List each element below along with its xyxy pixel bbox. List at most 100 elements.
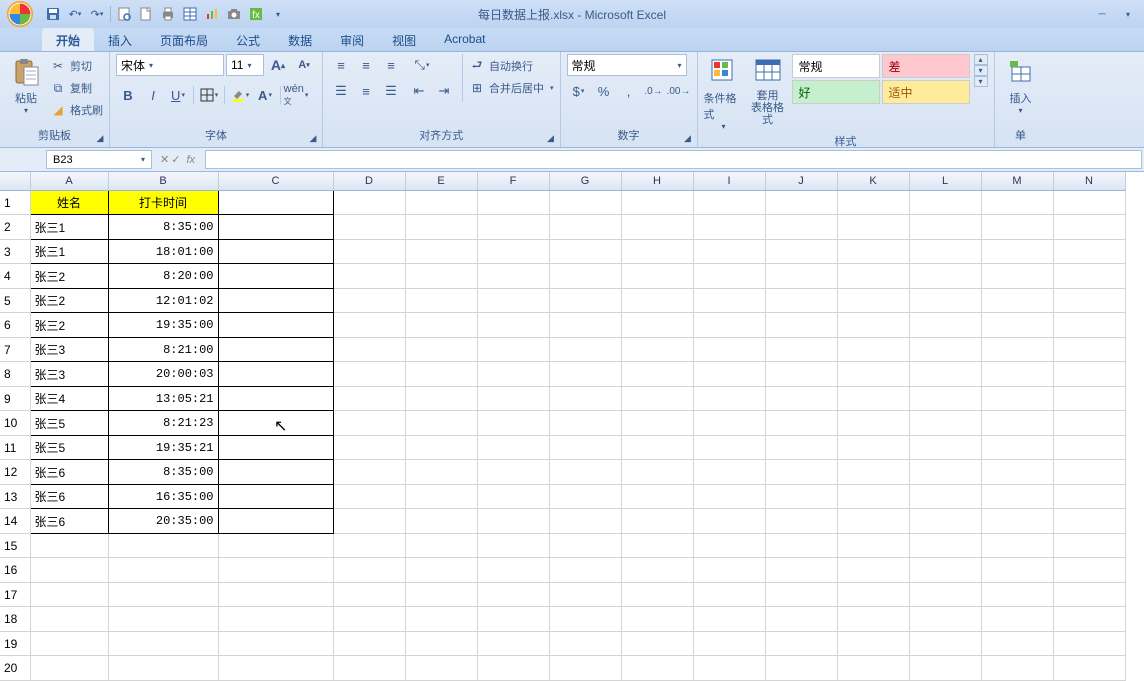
cell-D6[interactable] xyxy=(333,313,405,338)
cell-I10[interactable] xyxy=(693,411,765,436)
align-top-button[interactable]: ≡ xyxy=(329,54,353,76)
row-header-5[interactable]: 5 xyxy=(0,288,30,313)
cell-I7[interactable] xyxy=(693,337,765,362)
cell-D3[interactable] xyxy=(333,239,405,264)
cell-E1[interactable] xyxy=(405,190,477,215)
cell-J10[interactable] xyxy=(765,411,837,436)
cell-K4[interactable] xyxy=(837,264,909,289)
cell-I18[interactable] xyxy=(693,607,765,632)
cell-I4[interactable] xyxy=(693,264,765,289)
style-scroll-up-icon[interactable]: ▴ xyxy=(974,54,988,65)
cell-G3[interactable] xyxy=(549,239,621,264)
cell-A15[interactable] xyxy=(30,533,108,558)
office-button[interactable] xyxy=(0,0,40,28)
cell-M8[interactable] xyxy=(981,362,1053,387)
cell-I2[interactable] xyxy=(693,215,765,240)
cell-J17[interactable] xyxy=(765,582,837,607)
cell-B20[interactable] xyxy=(108,656,218,681)
cell-C14[interactable] xyxy=(218,509,333,534)
col-header-I[interactable]: I xyxy=(693,172,765,190)
cell-J7[interactable] xyxy=(765,337,837,362)
cell-I13[interactable] xyxy=(693,484,765,509)
cell-H4[interactable] xyxy=(621,264,693,289)
cell-C12[interactable] xyxy=(218,460,333,485)
cell-B13[interactable]: 16:35:00 xyxy=(108,484,218,509)
cell-H16[interactable] xyxy=(621,558,693,583)
tab-data[interactable]: 数据 xyxy=(274,28,326,51)
col-header-C[interactable]: C xyxy=(218,172,333,190)
cell-D2[interactable] xyxy=(333,215,405,240)
col-header-E[interactable]: E xyxy=(405,172,477,190)
format-painter-button[interactable]: ◢格式刷 xyxy=(50,100,103,120)
cut-button[interactable]: ✂剪切 xyxy=(50,56,103,76)
style-neutral[interactable]: 适中 xyxy=(882,80,970,104)
italic-button[interactable]: I xyxy=(141,84,165,106)
cell-N17[interactable] xyxy=(1053,582,1125,607)
cell-F1[interactable] xyxy=(477,190,549,215)
cell-H10[interactable] xyxy=(621,411,693,436)
cell-B19[interactable] xyxy=(108,631,218,656)
row-header-17[interactable]: 17 xyxy=(0,582,30,607)
cell-I16[interactable] xyxy=(693,558,765,583)
cell-D5[interactable] xyxy=(333,288,405,313)
cell-K16[interactable] xyxy=(837,558,909,583)
cell-K14[interactable] xyxy=(837,509,909,534)
clipboard-launcher-icon[interactable]: ◢ xyxy=(95,133,105,143)
cell-E10[interactable] xyxy=(405,411,477,436)
style-good[interactable]: 好 xyxy=(792,80,880,104)
align-bottom-button[interactable]: ≡ xyxy=(379,54,403,76)
phonetic-button[interactable]: wén文▾ xyxy=(284,84,308,106)
cell-F9[interactable] xyxy=(477,386,549,411)
cell-E13[interactable] xyxy=(405,484,477,509)
cell-K11[interactable] xyxy=(837,435,909,460)
cell-J14[interactable] xyxy=(765,509,837,534)
cell-A2[interactable]: 张三1 xyxy=(30,215,108,240)
cell-L13[interactable] xyxy=(909,484,981,509)
cell-B1[interactable]: 打卡时间 xyxy=(108,190,218,215)
cell-J9[interactable] xyxy=(765,386,837,411)
underline-button[interactable]: U▾ xyxy=(166,84,190,106)
cell-L7[interactable] xyxy=(909,337,981,362)
cell-B6[interactable]: 19:35:00 xyxy=(108,313,218,338)
cell-H6[interactable] xyxy=(621,313,693,338)
cell-J18[interactable] xyxy=(765,607,837,632)
cell-L8[interactable] xyxy=(909,362,981,387)
cell-B7[interactable]: 8:21:00 xyxy=(108,337,218,362)
col-header-D[interactable]: D xyxy=(333,172,405,190)
cell-L18[interactable] xyxy=(909,607,981,632)
cell-N9[interactable] xyxy=(1053,386,1125,411)
ribbon-toggle-icon[interactable]: ▾ xyxy=(1116,6,1140,22)
increase-decimal-button[interactable]: .0→ xyxy=(642,80,666,102)
cell-M18[interactable] xyxy=(981,607,1053,632)
cell-L3[interactable] xyxy=(909,239,981,264)
row-header-8[interactable]: 8 xyxy=(0,362,30,387)
cell-K18[interactable] xyxy=(837,607,909,632)
cell-F16[interactable] xyxy=(477,558,549,583)
cell-K1[interactable] xyxy=(837,190,909,215)
cell-C13[interactable] xyxy=(218,484,333,509)
style-normal[interactable]: 常规 xyxy=(792,54,880,78)
row-header-2[interactable]: 2 xyxy=(0,215,30,240)
col-header-N[interactable]: N xyxy=(1053,172,1125,190)
cell-E17[interactable] xyxy=(405,582,477,607)
col-header-K[interactable]: K xyxy=(837,172,909,190)
cell-F7[interactable] xyxy=(477,337,549,362)
cell-I1[interactable] xyxy=(693,190,765,215)
cell-G7[interactable] xyxy=(549,337,621,362)
cell-H20[interactable] xyxy=(621,656,693,681)
style-scroll-down-icon[interactable]: ▾ xyxy=(974,65,988,76)
cell-M12[interactable] xyxy=(981,460,1053,485)
cell-F3[interactable] xyxy=(477,239,549,264)
row-header-4[interactable]: 4 xyxy=(0,264,30,289)
cell-J8[interactable] xyxy=(765,362,837,387)
cell-G20[interactable] xyxy=(549,656,621,681)
cell-K3[interactable] xyxy=(837,239,909,264)
cell-N1[interactable] xyxy=(1053,190,1125,215)
cell-J13[interactable] xyxy=(765,484,837,509)
cell-N16[interactable] xyxy=(1053,558,1125,583)
cell-I17[interactable] xyxy=(693,582,765,607)
cell-H2[interactable] xyxy=(621,215,693,240)
wrap-text-button[interactable]: ⮐自动换行 xyxy=(469,56,554,76)
cell-J6[interactable] xyxy=(765,313,837,338)
font-launcher-icon[interactable]: ◢ xyxy=(308,133,318,143)
